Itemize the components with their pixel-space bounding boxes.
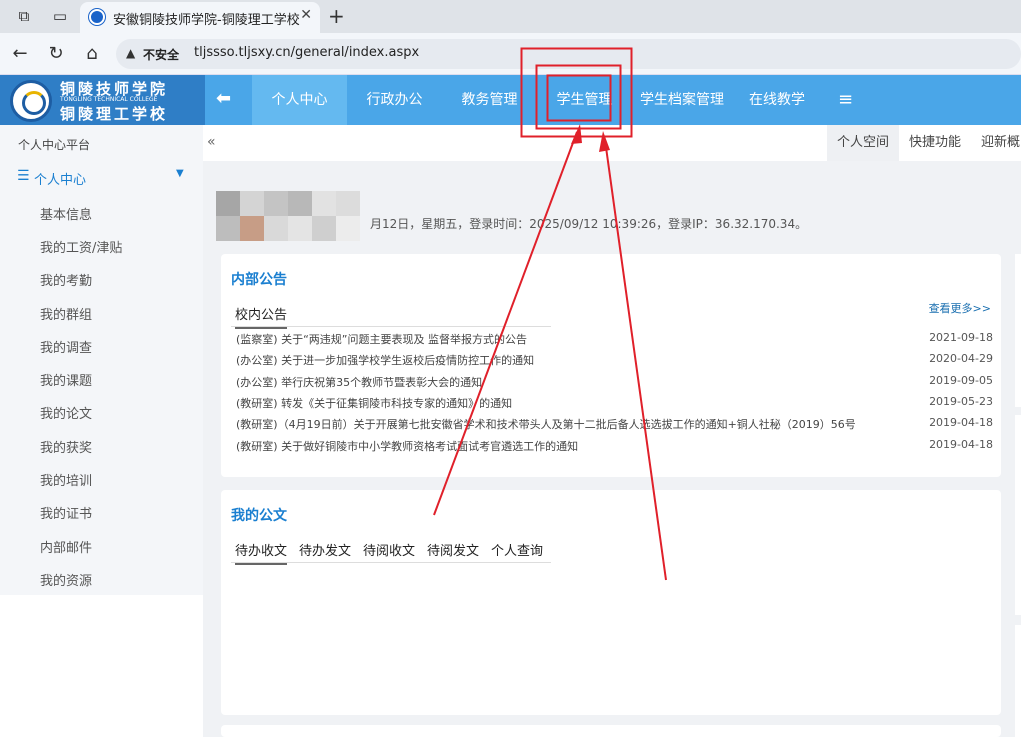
address-bar: ← ↻ ⌂ ▲ 不安全 tljssso.tljsxy.cn/general/in… <box>0 33 1021 75</box>
notice-date: 2020-04-29 <box>929 352 993 365</box>
sidebar-item-resources[interactable]: 我的资源 <box>40 570 92 589</box>
right-panel-edge <box>1015 254 1021 407</box>
app-header: 铜陵技师学院 TONGLING TECHNICAL COLLEGE 铜陵理工学校… <box>0 75 1021 125</box>
sidebar-item-salary[interactable]: 我的工资/津贴 <box>40 237 122 256</box>
notice-date: 2019-04-18 <box>929 438 993 451</box>
menu-student-archives[interactable]: 学生档案管理 <box>632 75 732 125</box>
content-top-strip: « 个人空间 快捷功能 迎新概 <box>203 125 1021 161</box>
tab-personal-query[interactable]: 个人查询 <box>491 540 543 563</box>
avatar <box>216 191 376 241</box>
insecure-label[interactable]: 不安全 <box>143 46 179 63</box>
tab-actions-icon[interactable]: ▭ <box>50 6 70 26</box>
menu-personal-center[interactable]: 个人中心 <box>252 75 347 125</box>
login-info-text: 月12日，星期五，登录时间：2025/09/12 10:39:26，登录IP：3… <box>370 217 808 231</box>
main-content: « 个人空间 快捷功能 迎新概 月12日，星期五，登录时间：2025/09/12… <box>203 125 1021 737</box>
menu-back-icon[interactable]: ⬅ <box>216 88 231 109</box>
view-more-link[interactable]: 查看更多>> <box>929 300 991 316</box>
logo-name-2: 铜陵理工学校 <box>60 105 169 123</box>
next-panel <box>221 725 1001 737</box>
menu-online-teaching[interactable]: 在线教学 <box>732 75 822 125</box>
list-item[interactable]: (监察室) 关于“两违规”问题主要表现及 监督举报方式的公告 2021-09-1… <box>236 328 993 349</box>
browser-tab[interactable]: 安徽铜陵技师学院-铜陵理工学校 ✕ <box>80 2 320 33</box>
sidebar-item-projects[interactable]: 我的课题 <box>40 370 92 389</box>
url-input[interactable]: ▲ 不安全 tljssso.tljsxy.cn/general/index.as… <box>116 39 1021 69</box>
notice-panel-title: 内部公告 <box>231 272 287 288</box>
tab-close-icon[interactable]: ✕ <box>300 7 312 23</box>
menu-admin-office[interactable]: 行政办公 <box>347 75 442 125</box>
school-logo[interactable]: 铜陵技师学院 TONGLING TECHNICAL COLLEGE 铜陵理工学校 <box>0 75 205 125</box>
notice-date: 2019-04-18 <box>929 416 993 429</box>
list-item[interactable]: (教研室) 关于做好铜陵市中小学教师资格考试面试考官遴选工作的通知 2019-0… <box>236 435 993 456</box>
warning-icon[interactable]: ▲ <box>126 46 135 60</box>
list-icon: ☰ <box>17 168 30 184</box>
sidebar-platform-title: 个人中心平台 <box>18 138 91 152</box>
tab-personal-space[interactable]: 个人空间 <box>827 125 900 161</box>
right-panel-edge <box>1015 625 1021 737</box>
list-item[interactable]: (办公室) 关于进一步加强学校学生返校后疫情防控工作的通知 2020-04-29 <box>236 349 993 370</box>
sidebar-blank-area <box>0 595 203 737</box>
tab-title: 安徽铜陵技师学院-铜陵理工学校 <box>113 13 300 28</box>
notice-title[interactable]: (教研室) 关于做好铜陵市中小学教师资格考试面试考官遴选工作的通知 <box>236 438 578 454</box>
sidebar-section-label: 个人中心 <box>34 173 87 188</box>
browser-tab-bar: ⧉ ▭ 安徽铜陵技师学院-铜陵理工学校 ✕ + <box>0 0 1021 33</box>
notice-title[interactable]: (教研室)（4月19日前）关于开展第七批安徽省学术和技术带头人及第十二批后备人选… <box>236 416 856 432</box>
logo-english: TONGLING TECHNICAL COLLEGE <box>60 96 158 103</box>
sidebar: 个人中心平台 ☰ 个人中心 ▼ 基本信息 我的工资/津贴 我的考勤 我的群组 我… <box>0 125 203 595</box>
documents-panel-title: 我的公文 <box>231 508 287 524</box>
reload-icon[interactable]: ↻ <box>44 42 68 66</box>
site-favicon-icon <box>89 9 105 25</box>
divider <box>231 326 551 327</box>
list-item[interactable]: (办公室) 举行庆祝第35个教师节暨表彰大会的通知 2019-09-05 <box>236 371 993 392</box>
notice-title[interactable]: (教研室) 转发《关于征集铜陵市科技专家的通知》的通知 <box>236 395 512 411</box>
documents-panel: 我的公文 待办收文 待办发文 待阅收文 待阅发文 个人查询 <box>221 490 1001 715</box>
sidebar-item-papers[interactable]: 我的论文 <box>40 403 92 422</box>
notice-panel: 内部公告 校内公告 查看更多>> (监察室) 关于“两违规”问题主要表现及 监督… <box>221 254 1001 477</box>
collapse-sidebar-icon[interactable]: « <box>207 134 216 150</box>
url-text[interactable]: tljssso.tljsxy.cn/general/index.aspx <box>194 45 419 60</box>
tab-pending-outgoing[interactable]: 待办发文 <box>299 540 351 563</box>
sidebar-item-basic-info[interactable]: 基本信息 <box>40 204 92 223</box>
workspaces-icon[interactable]: ⧉ <box>14 6 34 26</box>
right-panel-edge <box>1015 415 1021 615</box>
sidebar-item-awards[interactable]: 我的获奖 <box>40 437 92 456</box>
tab-toread-outgoing[interactable]: 待阅发文 <box>427 540 479 563</box>
tab-freshman-overview[interactable]: 迎新概 <box>971 125 1021 161</box>
sidebar-item-training[interactable]: 我的培训 <box>40 470 92 489</box>
school-emblem-icon <box>10 80 52 122</box>
notice-date: 2021-09-18 <box>929 331 993 344</box>
menu-academic-affairs[interactable]: 教务管理 <box>442 75 537 125</box>
sidebar-item-attendance[interactable]: 我的考勤 <box>40 270 92 289</box>
tab-toread-incoming[interactable]: 待阅收文 <box>363 540 415 563</box>
sidebar-item-groups[interactable]: 我的群组 <box>40 304 92 323</box>
sidebar-section-personal[interactable]: ☰ 个人中心 ▼ <box>0 163 203 191</box>
list-item[interactable]: (教研室)（4月19日前）关于开展第七批安徽省学术和技术带头人及第十二批后备人选… <box>236 413 993 434</box>
back-icon[interactable]: ← <box>8 42 32 66</box>
notice-date: 2019-09-05 <box>929 374 993 387</box>
divider <box>231 562 551 563</box>
chevron-down-icon: ▼ <box>176 168 184 179</box>
sidebar-item-internal-mail[interactable]: 内部邮件 <box>40 537 92 556</box>
notice-title[interactable]: (办公室) 关于进一步加强学校学生返校后疫情防控工作的通知 <box>236 352 534 368</box>
menu-student-management[interactable]: 学生管理 <box>537 75 632 125</box>
tab-quick-functions[interactable]: 快捷功能 <box>899 125 971 161</box>
notice-title[interactable]: (监察室) 关于“两违规”问题主要表现及 监督举报方式的公告 <box>236 331 527 347</box>
list-item[interactable]: (教研室) 转发《关于征集铜陵市科技专家的通知》的通知 2019-05-23 <box>236 392 993 413</box>
notice-title[interactable]: (办公室) 举行庆祝第35个教师节暨表彰大会的通知 <box>236 374 482 390</box>
sidebar-item-surveys[interactable]: 我的调查 <box>40 337 92 356</box>
home-icon[interactable]: ⌂ <box>80 42 104 66</box>
more-menu-icon[interactable]: ≡ <box>838 75 853 125</box>
notice-date: 2019-05-23 <box>929 395 993 408</box>
sidebar-item-certificates[interactable]: 我的证书 <box>40 503 92 522</box>
new-tab-icon[interactable]: + <box>328 4 345 28</box>
